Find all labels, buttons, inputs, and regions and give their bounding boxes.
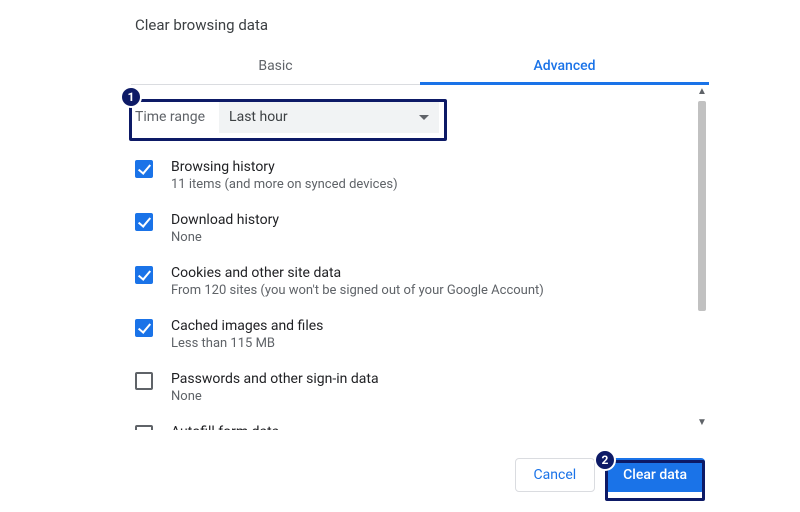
cancel-button[interactable]: Cancel [515, 458, 596, 492]
dialog-title: Clear browsing data [131, 10, 709, 52]
option-subtitle: 11 items (and more on synced devices) [171, 177, 398, 192]
option-row: Browsing history 11 items (and more on sy… [131, 149, 695, 202]
option-text: Cached images and files Less than 115 MB [171, 318, 323, 351]
scroll-down-icon[interactable]: ▼ [695, 416, 709, 430]
option-checkbox[interactable] [135, 160, 153, 178]
option-checkbox[interactable] [135, 372, 153, 390]
options-list: Browsing history 11 items (and more on sy… [131, 143, 695, 430]
scroll-up-icon[interactable]: ▲ [695, 85, 709, 99]
option-title: Autofill form data [171, 424, 279, 430]
time-range-label: Time range [135, 109, 205, 125]
option-subtitle: None [171, 230, 279, 245]
option-checkbox[interactable] [135, 319, 153, 337]
tab-advanced[interactable]: Advanced [420, 52, 709, 84]
time-range-dropdown[interactable]: Last hour [219, 101, 439, 133]
option-title: Cached images and files [171, 318, 323, 334]
option-text: Cookies and other site data From 120 site… [171, 265, 544, 298]
option-checkbox[interactable] [135, 266, 153, 284]
chevron-down-icon [419, 115, 429, 120]
option-checkbox[interactable] [135, 425, 153, 430]
option-row: Passwords and other sign-in data None [131, 361, 695, 414]
option-checkbox[interactable] [135, 213, 153, 231]
scrollbar[interactable]: ▲ ▼ [695, 85, 709, 430]
scroll-thumb[interactable] [698, 101, 706, 311]
option-row: Cached images and files Less than 115 MB [131, 308, 695, 361]
option-text: Passwords and other sign-in data None [171, 371, 379, 404]
option-subtitle: None [171, 389, 379, 404]
option-title: Download history [171, 212, 279, 228]
option-subtitle: Less than 115 MB [171, 336, 323, 351]
option-text: Download history None [171, 212, 279, 245]
option-title: Cookies and other site data [171, 265, 544, 281]
option-row: Autofill form data [131, 414, 695, 430]
option-subtitle: From 120 sites (you won't be signed out … [171, 283, 544, 298]
clear-browsing-data-dialog: Clear browsing data Basic Advanced Time … [131, 10, 709, 430]
option-row: Download history None [131, 202, 695, 255]
time-range-value: Last hour [229, 109, 288, 125]
option-title: Browsing history [171, 159, 398, 175]
time-range-row: Time range Last hour [131, 93, 695, 143]
tabs: Basic Advanced [131, 52, 709, 85]
dialog-body: Time range Last hour Browsing history 11 … [131, 85, 709, 430]
option-text: Autofill form data [171, 424, 279, 430]
option-row: Cookies and other site data From 120 site… [131, 255, 695, 308]
dialog-footer: Cancel Clear data [131, 448, 709, 492]
option-title: Passwords and other sign-in data [171, 371, 379, 387]
tab-basic[interactable]: Basic [131, 52, 420, 84]
scroll-area: Time range Last hour Browsing history 11 … [131, 85, 695, 430]
clear-data-button[interactable]: Clear data [605, 458, 705, 492]
option-text: Browsing history 11 items (and more on sy… [171, 159, 398, 192]
